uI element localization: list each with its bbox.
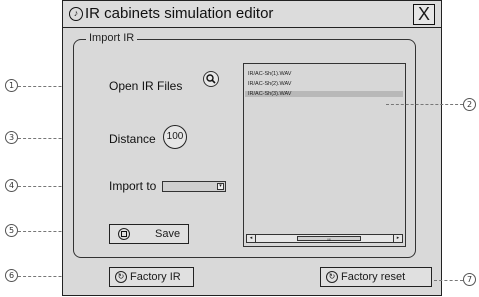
refresh-icon: ↻ bbox=[326, 271, 338, 283]
import-to-select[interactable]: ▾ bbox=[162, 181, 226, 192]
editor-window: ♪ IR cabinets simulation editor X Import… bbox=[62, 0, 442, 296]
factory-ir-label: Factory IR bbox=[130, 271, 181, 283]
save-button[interactable]: Save bbox=[109, 224, 189, 244]
window-title: IR cabinets simulation editor bbox=[85, 5, 274, 22]
scroll-left-icon[interactable]: ◂ bbox=[247, 235, 256, 242]
import-to-label: Import to bbox=[109, 179, 157, 193]
distance-knob[interactable]: 100 bbox=[163, 125, 187, 149]
scroll-thumb-grip: III bbox=[327, 237, 331, 242]
group-legend: Import IR bbox=[86, 32, 138, 44]
title-bar: ♪ IR cabinets simulation editor X bbox=[63, 1, 441, 28]
callout-7: 7 bbox=[463, 273, 476, 286]
open-ir-button[interactable] bbox=[203, 71, 219, 87]
list-item[interactable]: IR/AC-Sh(1).WAV bbox=[248, 71, 291, 77]
callout-2: 2 bbox=[463, 98, 476, 111]
leader-2 bbox=[386, 104, 463, 105]
save-label: Save bbox=[155, 228, 181, 240]
refresh-icon: ↻ bbox=[115, 271, 127, 283]
search-icon bbox=[206, 74, 216, 84]
list-item-selected[interactable]: IR/AC-Sh(3).WAV bbox=[245, 91, 403, 97]
list-item[interactable]: IR/AC-Sh(2).WAV bbox=[248, 81, 291, 87]
open-ir-label: Open IR Files bbox=[109, 79, 183, 93]
factory-reset-label: Factory reset bbox=[341, 271, 406, 283]
factory-ir-button[interactable]: ↻ Factory IR bbox=[109, 267, 194, 287]
ir-file-list[interactable]: IR/AC-Sh(1).WAV IR/AC-Sh(2).WAV IR/AC-Sh… bbox=[243, 63, 406, 247]
callout-3: 3 bbox=[5, 131, 18, 144]
horizontal-scrollbar[interactable]: ◂ III ▸ bbox=[246, 234, 403, 243]
music-note-icon: ♪ bbox=[69, 7, 83, 21]
factory-reset-button[interactable]: ↻ Factory reset bbox=[320, 267, 432, 287]
save-icon bbox=[118, 228, 130, 240]
distance-label: Distance bbox=[109, 132, 156, 146]
callout-4: 4 bbox=[5, 179, 18, 192]
close-button[interactable]: X bbox=[413, 4, 435, 25]
scroll-right-icon[interactable]: ▸ bbox=[393, 235, 402, 242]
callout-1: 1 bbox=[5, 79, 18, 92]
chevron-down-icon: ▾ bbox=[217, 183, 224, 190]
leader-7 bbox=[434, 280, 463, 281]
callout-6: 6 bbox=[5, 269, 18, 282]
scroll-thumb[interactable]: III bbox=[297, 236, 361, 242]
callout-5: 5 bbox=[5, 224, 18, 237]
